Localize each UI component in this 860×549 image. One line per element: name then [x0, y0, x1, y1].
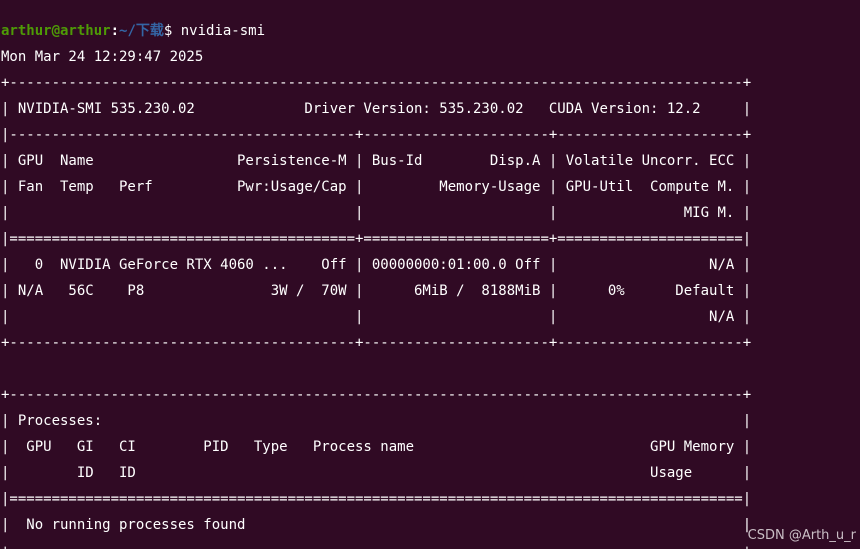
shell-prompt-line: arthur@arthur:~/下载$ nvidia-smi	[1, 18, 265, 44]
process-table-top-border: +---------------------------------------…	[1, 387, 752, 403]
prompt-separator: :	[110, 23, 120, 39]
gpu-table-header-divider: |---------------------------------------…	[1, 127, 752, 143]
gpu-table-column-header-row: | | | MIG M. |	[1, 205, 752, 221]
prompt-user-host: arthur@arthur	[1, 23, 111, 39]
process-table-bottom-border: +---------------------------------------…	[1, 538, 751, 549]
prompt-command: nvidia-smi	[180, 23, 266, 39]
csdn-watermark: CSDN @Arth_u_r	[747, 528, 856, 543]
terminal-window[interactable]: arthur@arthur:~/下载$ nvidia-smi Mon Mar 2…	[0, 0, 860, 549]
gpu-table-row: | 0 NVIDIA GeForce RTX 4060 ... Off | 00…	[1, 257, 752, 273]
gpu-table-row: | N/A 56C P8 3W / 70W | 6MiB / 8188MiB |…	[1, 283, 752, 299]
process-table-column-divider: |=======================================…	[1, 491, 752, 507]
prompt-dollar: $	[163, 23, 181, 39]
gpu-table-version-header: | NVIDIA-SMI 535.230.02 Driver Version: …	[1, 101, 752, 117]
process-table-column-header-row: | GPU GI CI PID Type Process name GPU Me…	[1, 439, 752, 455]
process-table-title: | Processes: |	[1, 413, 752, 429]
timestamp-line: Mon Mar 24 12:29:47 2025	[1, 49, 204, 65]
gpu-table-column-header-row: | GPU Name Persistence-M | Bus-Id Disp.A…	[1, 153, 752, 169]
process-table-message: | No running processes found |	[1, 517, 752, 533]
gpu-table-row: | | | N/A |	[1, 309, 752, 325]
gpu-table-column-divider: |=======================================…	[1, 231, 752, 247]
process-table-column-header-row: | ID ID Usage |	[1, 465, 752, 481]
gpu-table-column-header-row: | Fan Temp Perf Pwr:Usage/Cap | Memory-U…	[1, 179, 752, 195]
gpu-table-bottom-border: +---------------------------------------…	[1, 335, 752, 351]
prompt-path: ~/下载	[119, 23, 164, 39]
gpu-table-top-border: +---------------------------------------…	[1, 75, 752, 91]
